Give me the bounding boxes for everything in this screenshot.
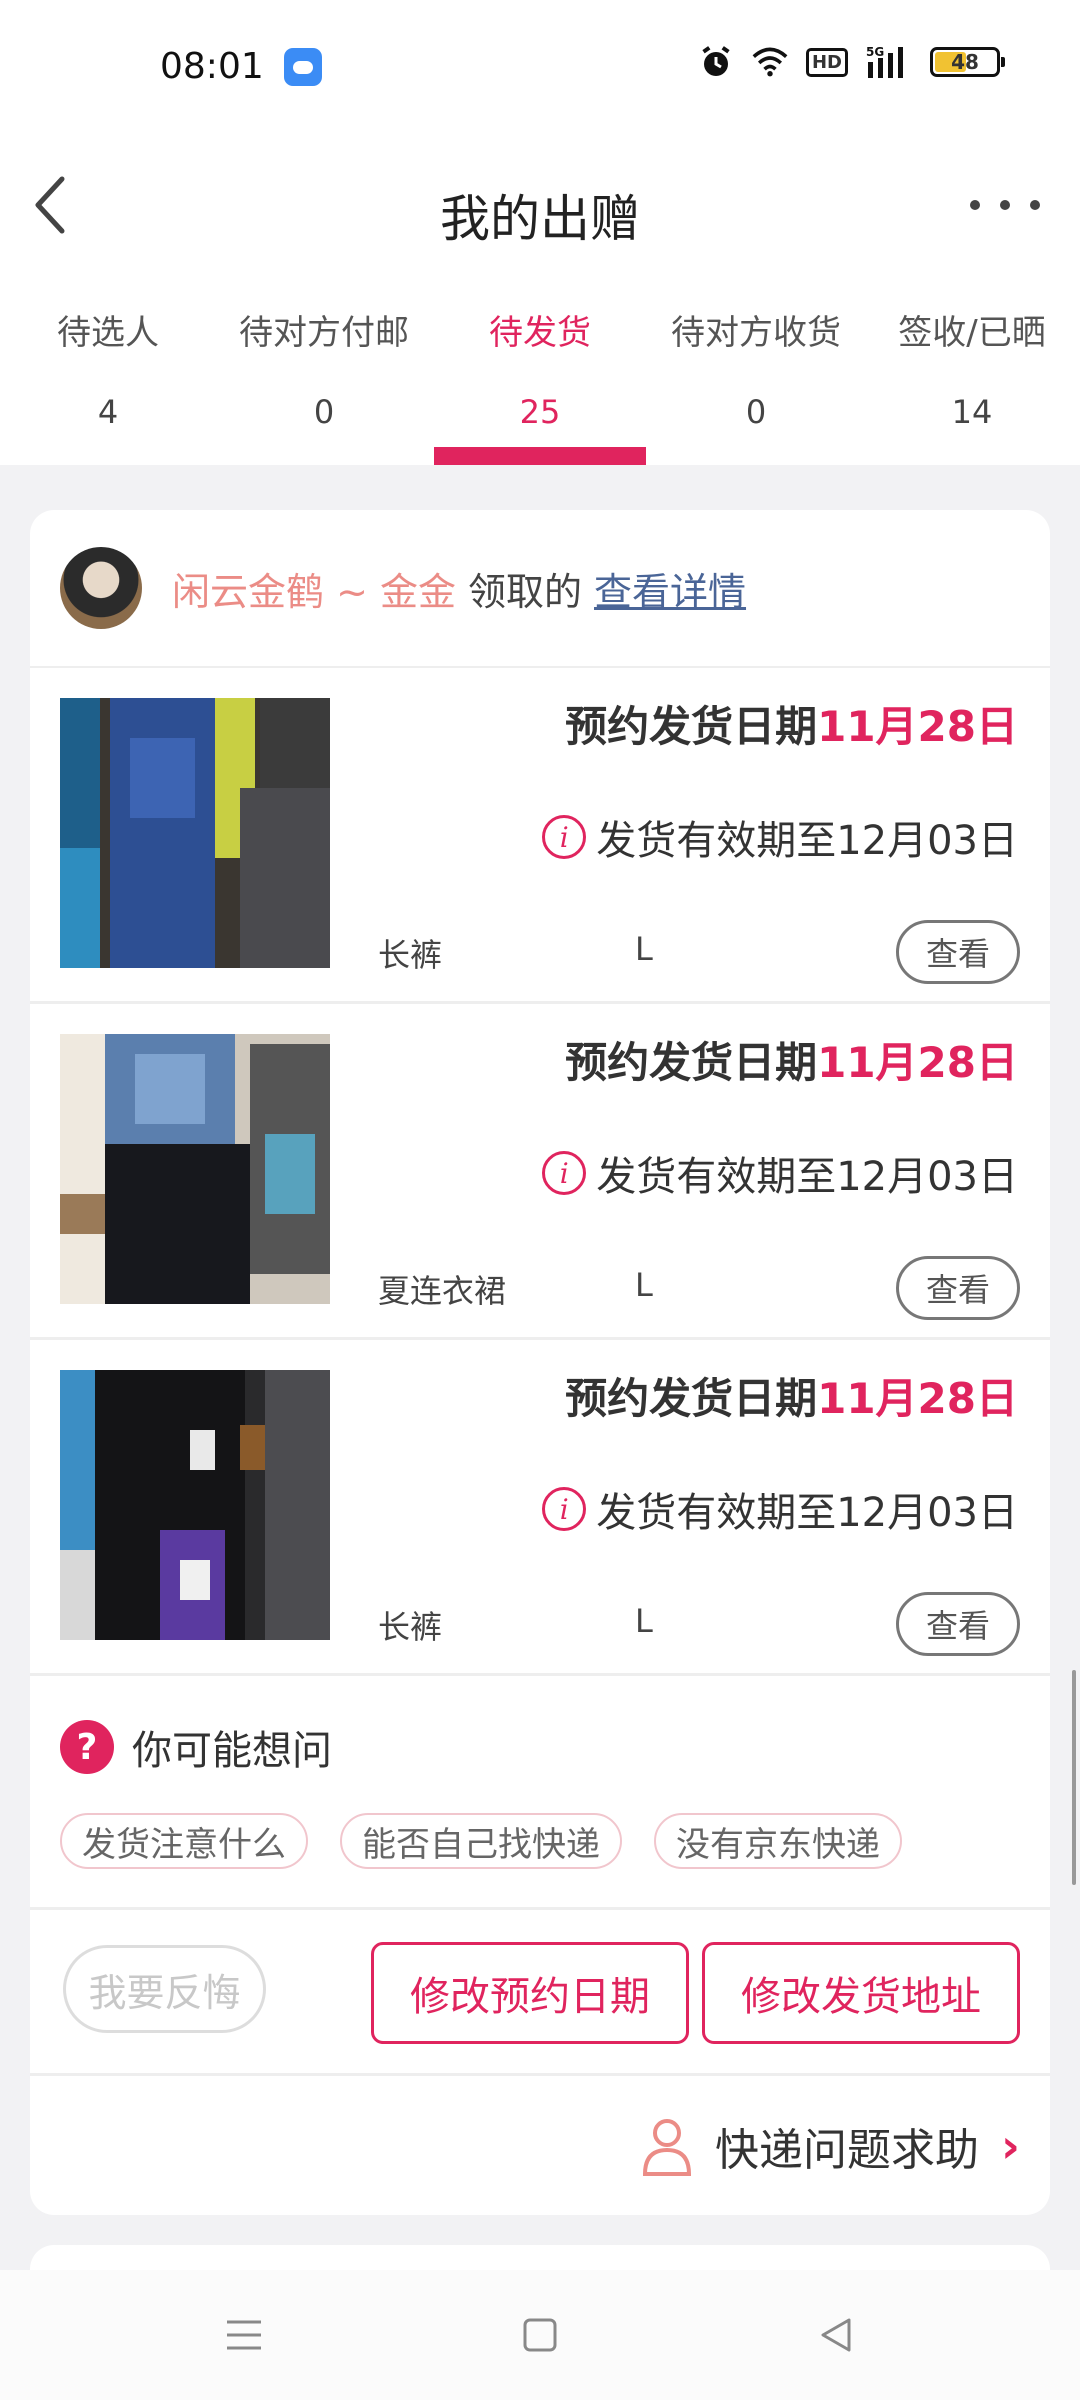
page-title: 我的出赠 (440, 190, 640, 248)
tab-count: 0 (313, 393, 335, 431)
app-notification-icon (284, 48, 322, 86)
tab-count: 0 (745, 393, 767, 431)
home-icon[interactable] (517, 2312, 563, 2358)
validity-text: 发货有效期至12月03日 (596, 818, 1018, 864)
view-item-button[interactable]: 查看 (896, 920, 1020, 984)
status-time: 08:01 (160, 46, 264, 87)
faq-header: ? 你可能想问 (60, 1718, 332, 1776)
scheduled-ship-date: 预约发货日期11月28日 (565, 1365, 1018, 1426)
item-photo[interactable] (60, 698, 330, 968)
tab-count: 14 (951, 393, 993, 431)
courier-help-link[interactable]: 快递问题求助 › (641, 2114, 1020, 2178)
courier-help-label: 快递问题求助 (715, 2125, 980, 2176)
more-options-button[interactable] (970, 185, 1040, 225)
item-size: L (635, 1602, 653, 1640)
view-item-button[interactable]: 查看 (896, 1592, 1020, 1656)
change-address-button[interactable]: 修改发货地址 (702, 1942, 1020, 2044)
question-icon: ? (60, 1720, 114, 1774)
tab-count: 25 (519, 393, 561, 431)
gift-order-card: 闲云金鹤 ~ 金金 领取的 查看详情 预约发货日期11月28日 i 发货有效期至1… (30, 510, 1050, 2215)
validity-text: 发货有效期至12月03日 (596, 1154, 1018, 1200)
item-category: 夏连衣裙 (378, 1272, 507, 1310)
tab-label: 待对方收货 (671, 313, 841, 353)
item-photo[interactable] (60, 1034, 330, 1304)
tab-label: 待选人 (57, 313, 159, 353)
change-date-button[interactable]: 修改预约日期 (371, 1942, 689, 2044)
ship-date-label: 预约发货日期 (565, 1374, 818, 1423)
more-dot-icon (1000, 200, 1010, 210)
top-bar: 我的出赠 (0, 135, 1080, 285)
info-icon: i (542, 1487, 587, 1531)
tab-label: 签收/已晒 (898, 313, 1046, 353)
view-details-link[interactable]: 查看详情 (594, 561, 746, 616)
list-item: 预约发货日期11月28日 i 发货有效期至12月03日 长裤 L 查看 (30, 1340, 1050, 1676)
scheduled-ship-date: 预约发货日期11月28日 (565, 1029, 1018, 1090)
tab-pending-shipment[interactable]: 待发货 25 (432, 285, 648, 465)
battery-indicator: 48 (930, 47, 1005, 77)
item-size: L (635, 930, 653, 968)
item-category: 长裤 (378, 1608, 443, 1646)
svg-text:5G: 5G (866, 45, 884, 59)
hd-badge: HD (805, 47, 848, 77)
ship-date-label: 预约发货日期 (565, 1038, 818, 1087)
tab-label: 待发货 (489, 313, 591, 353)
wifi-icon (752, 44, 788, 80)
ship-date-label: 预约发货日期 (565, 702, 818, 751)
back-nav-icon[interactable] (813, 2312, 859, 2358)
claimer-row: 闲云金鹤 ~ 金金 领取的 查看详情 (30, 510, 1050, 668)
claimed-label: 领取的 (468, 569, 583, 614)
system-nav-bar (0, 2270, 1080, 2400)
item-category: 长裤 (378, 936, 443, 974)
tab-pending-receipt[interactable]: 待对方收货 0 (648, 285, 864, 465)
shipping-validity: i 发货有效期至12月03日 (542, 1480, 1018, 1538)
avatar[interactable] (60, 547, 142, 629)
regret-button[interactable]: 我要反悔 (63, 1945, 266, 2033)
scheduled-ship-date: 预约发货日期11月28日 (565, 693, 1018, 754)
validity-text: 发货有效期至12月03日 (596, 1490, 1018, 1536)
status-tabs: 待选人 4 待对方付邮 0 待发货 25 待对方收货 0 签收/已晒 14 (0, 285, 1080, 465)
status-bar: 08:01 HD 5G 48 (0, 0, 1080, 135)
shipping-validity: i 发货有效期至12月03日 (542, 1144, 1018, 1202)
menu-icon[interactable] (221, 2312, 267, 2358)
action-bar: 我要反悔 修改预约日期 修改发货地址 (30, 1910, 1050, 2076)
faq-section: ? 你可能想问 发货注意什么 能否自己找快递 没有京东快递 (30, 1676, 1050, 1910)
battery-level: 48 (951, 50, 979, 74)
tab-signed-shared[interactable]: 签收/已晒 14 (864, 285, 1080, 465)
item-photo[interactable] (60, 1370, 330, 1640)
alarm-icon (698, 44, 734, 80)
item-size: L (635, 1266, 653, 1304)
info-icon: i (542, 815, 587, 859)
courier-help-row[interactable]: 快递问题求助 › (30, 2076, 1050, 2215)
info-icon: i (542, 1151, 587, 1195)
list-item: 预约发货日期11月28日 i 发货有效期至12月03日 长裤 L 查看 (30, 668, 1050, 1004)
ship-date-value: 11月28日 (817, 1038, 1018, 1087)
faq-chip[interactable]: 能否自己找快递 (340, 1813, 622, 1869)
faq-chip[interactable]: 发货注意什么 (60, 1813, 308, 1869)
faq-chip[interactable]: 没有京东快递 (654, 1813, 902, 1869)
chevron-right-icon: › (1001, 2119, 1020, 2173)
ship-date-value: 11月28日 (817, 1374, 1018, 1423)
claimer-name[interactable]: 闲云金鹤 ~ 金金 (172, 561, 456, 616)
person-icon (641, 2116, 693, 2176)
faq-title: 你可能想问 (132, 1728, 332, 1774)
faq-chips: 发货注意什么 能否自己找快递 没有京东快递 (60, 1813, 902, 1869)
tab-label: 待对方付邮 (239, 313, 409, 353)
tab-count: 4 (97, 393, 119, 431)
tab-pending-postage[interactable]: 待对方付邮 0 (216, 285, 432, 465)
tab-pending-selection[interactable]: 待选人 4 (0, 285, 216, 465)
list-item: 预约发货日期11月28日 i 发货有效期至12月03日 夏连衣裙 L 查看 (30, 1004, 1050, 1340)
status-icons: HD 5G 48 (698, 44, 1005, 80)
ship-date-value: 11月28日 (817, 702, 1018, 751)
more-dot-icon (970, 200, 980, 210)
scrollbar[interactable] (1072, 1670, 1076, 1885)
shipping-validity: i 发货有效期至12月03日 (542, 808, 1018, 866)
signal-icon: 5G (866, 44, 912, 80)
more-dot-icon (1030, 200, 1040, 210)
view-item-button[interactable]: 查看 (896, 1256, 1020, 1320)
